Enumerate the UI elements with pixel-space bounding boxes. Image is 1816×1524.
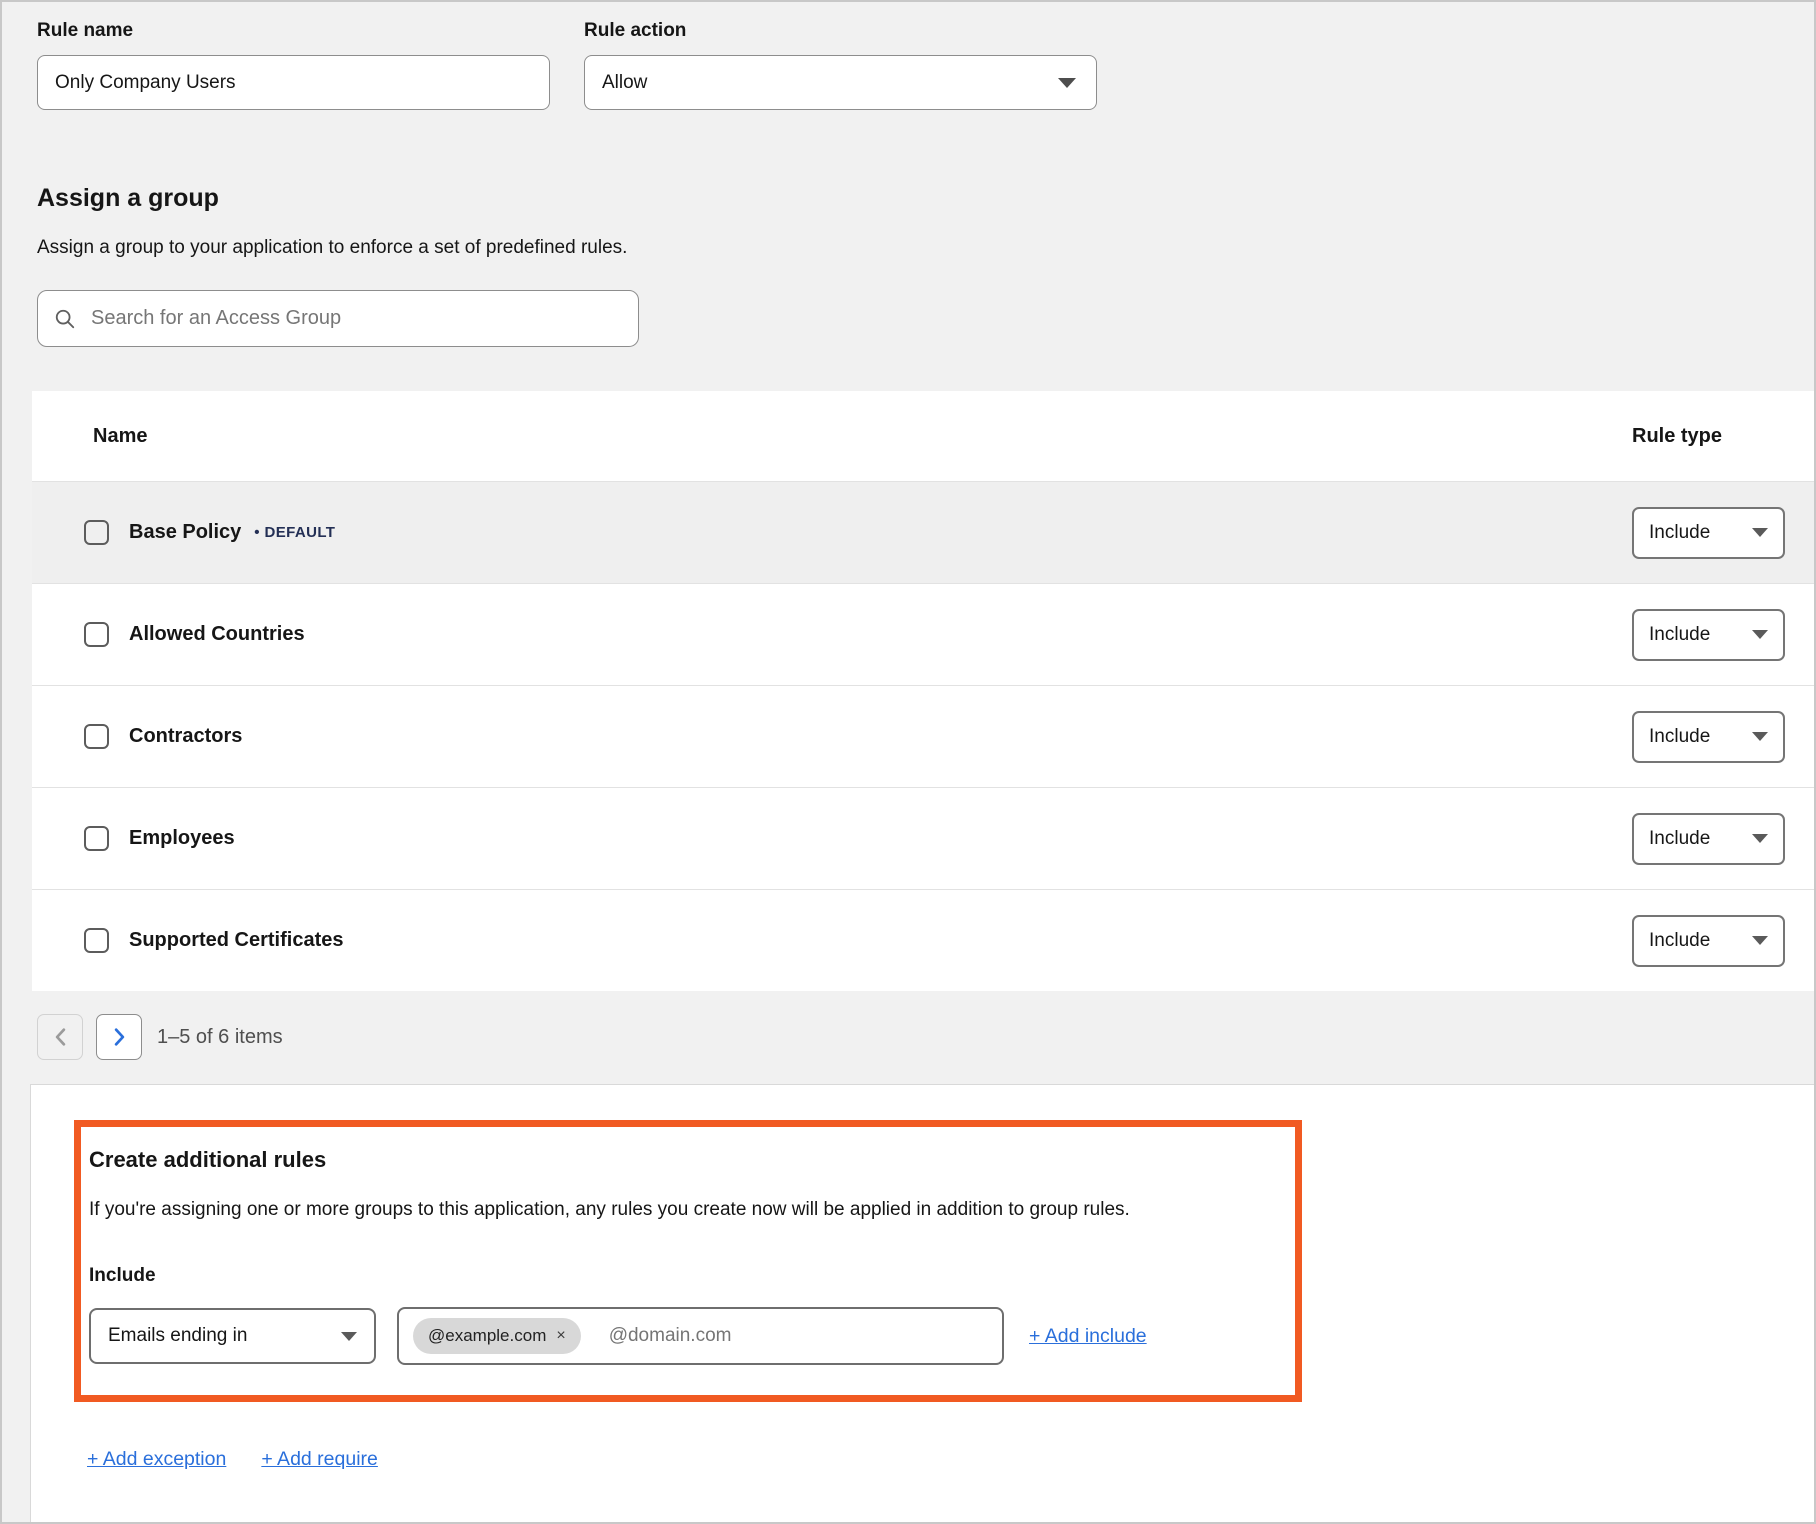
rule-name-input[interactable] [37,55,550,110]
rule-type-value: Include [1649,624,1710,646]
include-label: Include [89,1265,1271,1287]
default-badge: • DEFAULT [254,524,335,541]
access-group-table: Name Rule type Base Policy • DEFAULT Inc… [32,391,1814,991]
rule-type-select[interactable]: Include [1632,711,1785,763]
additional-rules-title: Create additional rules [89,1147,1271,1173]
table-row-supported-certificates: Supported Certificates Include [32,889,1814,991]
group-name: Supported Certificates [129,929,343,952]
additional-rules-panel: Create additional rules If you're assign… [30,1084,1814,1524]
group-name: Contractors [129,725,242,748]
access-group-search[interactable] [37,290,639,347]
chevron-down-icon [1752,630,1768,639]
footer-links: + Add exception + Add require [87,1448,1814,1471]
table-header: Name Rule type [32,391,1814,481]
chevron-down-icon [1752,936,1768,945]
add-require-link[interactable]: + Add require [261,1448,378,1471]
row-checkbox[interactable] [84,826,109,851]
chevron-down-icon [341,1332,357,1341]
column-header-rule-type: Rule type [1632,425,1814,448]
chevron-left-icon [54,1028,67,1046]
rule-type-select[interactable]: Include [1632,813,1785,865]
rule-name-field-group: Rule name [37,20,550,110]
row-checkbox[interactable] [84,928,109,953]
assign-group-description: Assign a group to your application to en… [37,237,1814,259]
group-name: Employees [129,827,235,850]
rule-type-select[interactable]: Include [1632,609,1785,661]
search-input[interactable] [89,306,622,331]
table-row-allowed-countries: Allowed Countries Include [32,583,1814,685]
assign-group-section: Assign a group Assign a group to your ap… [37,184,1814,347]
group-name: Base Policy [129,521,241,544]
create-additional-rules-highlight-box: Create additional rules If you're assign… [74,1120,1302,1402]
row-checkbox[interactable] [84,622,109,647]
domain-tag: @example.com × [413,1318,581,1354]
include-rule-controls: Emails ending in @example.com × + Add in… [89,1307,1271,1365]
domain-entry-input[interactable] [607,1324,988,1348]
table-row-contractors: Contractors Include [32,685,1814,787]
rule-action-value: Allow [602,72,647,94]
rule-type-select[interactable]: Include [1632,507,1785,559]
additional-rules-description: If you're assigning one or more groups t… [89,1199,1271,1221]
rule-type-value: Include [1649,828,1710,850]
add-exception-link[interactable]: + Add exception [87,1448,226,1471]
next-page-button[interactable] [96,1014,142,1060]
chevron-down-icon [1752,732,1768,741]
rule-type-select[interactable]: Include [1632,915,1785,967]
rule-type-value: Include [1649,726,1710,748]
previous-page-button[interactable] [37,1014,83,1060]
pagination: 1–5 of 6 items [37,1014,1814,1060]
chevron-down-icon [1058,78,1076,88]
row-checkbox[interactable] [84,724,109,749]
table-row-employees: Employees Include [32,787,1814,889]
rule-action-label: Rule action [584,20,1097,42]
assign-group-title: Assign a group [37,184,1814,213]
rule-type-value: Include [1649,930,1710,952]
rule-action-field-group: Rule action Allow [584,20,1097,110]
rule-form: Rule name Rule action Allow [2,2,1814,110]
group-name: Allowed Countries [129,623,305,646]
remove-tag-icon[interactable]: × [556,1328,565,1344]
pagination-summary: 1–5 of 6 items [157,1026,283,1049]
row-checkbox[interactable] [84,520,109,545]
rule-name-label: Rule name [37,20,550,42]
add-include-link[interactable]: + Add include [1029,1325,1147,1348]
domain-tag-input[interactable]: @example.com × [397,1307,1004,1365]
table-row-base-policy: Base Policy • DEFAULT Include [32,481,1814,583]
include-condition-select[interactable]: Emails ending in [89,1308,376,1364]
rule-action-select[interactable]: Allow [584,55,1097,110]
column-header-name: Name [32,425,1632,448]
rule-type-value: Include [1649,522,1710,544]
include-condition-value: Emails ending in [108,1325,247,1347]
chevron-right-icon [113,1028,126,1046]
domain-tag-label: @example.com [428,1326,546,1346]
chevron-down-icon [1752,528,1768,537]
access-rule-settings-page: Rule name Rule action Allow Assign a gro… [0,0,1816,1524]
chevron-down-icon [1752,834,1768,843]
search-icon [54,308,76,330]
